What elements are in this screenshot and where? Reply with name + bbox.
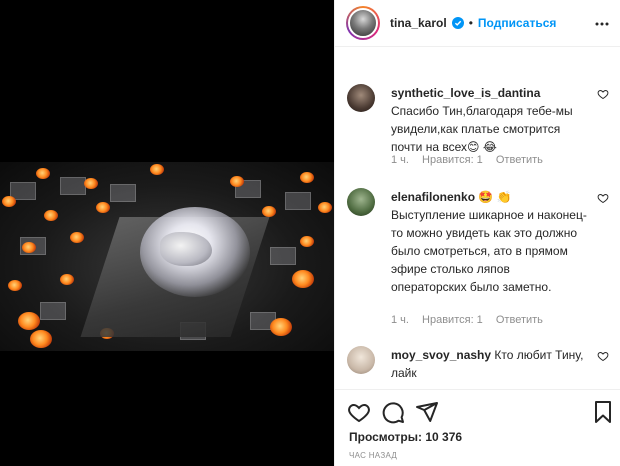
commenter-avatar[interactable] <box>347 346 375 374</box>
comment-heart-icon[interactable] <box>597 88 609 100</box>
comment-username[interactable]: synthetic_love_is_dantina <box>391 86 540 100</box>
comment-text: Спасибо Тин,благодаря тебе-мы увидели,ка… <box>391 104 573 154</box>
author-username[interactable]: tina_karol <box>390 16 447 30</box>
post-header: tina_karol • Подписаться <box>335 0 620 47</box>
commenter-avatar[interactable] <box>347 84 375 112</box>
post-timestamp[interactable]: час назад <box>349 451 397 460</box>
comment-meta: 1 ч. Нравится: 1 Ответить <box>391 154 553 166</box>
verified-badge-icon <box>451 17 464 29</box>
comment-heart-icon[interactable] <box>597 350 609 362</box>
comments-list[interactable]: synthetic_love_is_dantina Спасибо Тин,бл… <box>335 48 620 385</box>
action-bar <box>335 389 620 431</box>
comment-body: elenafilonenko 🤩 👏 Выступление шикарное … <box>391 188 587 296</box>
follow-button[interactable]: Подписаться <box>478 16 556 30</box>
comment-body: moy_svoy_nashy Кто любит Тину, лайк <box>391 346 587 382</box>
heart-icon[interactable] <box>347 400 371 424</box>
post-media[interactable] <box>0 0 334 466</box>
comment-likes[interactable]: Нравится: 1 <box>422 314 483 326</box>
reply-button[interactable]: Ответить <box>496 154 543 166</box>
view-count[interactable]: Просмотры: 10 376 <box>349 430 462 444</box>
header-separator: • <box>468 16 473 30</box>
more-dots-icon[interactable] <box>595 17 609 31</box>
comment-username[interactable]: moy_svoy_nashy <box>391 348 491 362</box>
bookmark-icon[interactable] <box>591 400 615 424</box>
performer-figure <box>160 232 212 266</box>
comment-time[interactable]: 1 ч. <box>391 154 409 166</box>
comment-meta: 1 ч. Нравится: 1 Ответить <box>391 314 553 326</box>
comment-username[interactable]: elenafilonenko <box>391 190 475 204</box>
comment-heart-icon[interactable] <box>597 192 609 204</box>
author-avatar[interactable] <box>346 6 380 40</box>
comment-icon[interactable] <box>381 400 405 424</box>
post-panel: tina_karol • Подписаться synthetic_love_… <box>334 0 620 466</box>
reply-button[interactable]: Ответить <box>496 314 543 326</box>
commenter-avatar[interactable] <box>347 188 375 216</box>
video-frame[interactable] <box>0 162 334 351</box>
comment-body: synthetic_love_is_dantina Спасибо Тин,бл… <box>391 84 587 156</box>
comment-time[interactable]: 1 ч. <box>391 314 409 326</box>
paper-plane-icon[interactable] <box>415 400 439 424</box>
comment-text: 🤩 👏 Выступление шикарное и наконец-то мо… <box>391 190 587 294</box>
comment-likes[interactable]: Нравится: 1 <box>422 154 483 166</box>
